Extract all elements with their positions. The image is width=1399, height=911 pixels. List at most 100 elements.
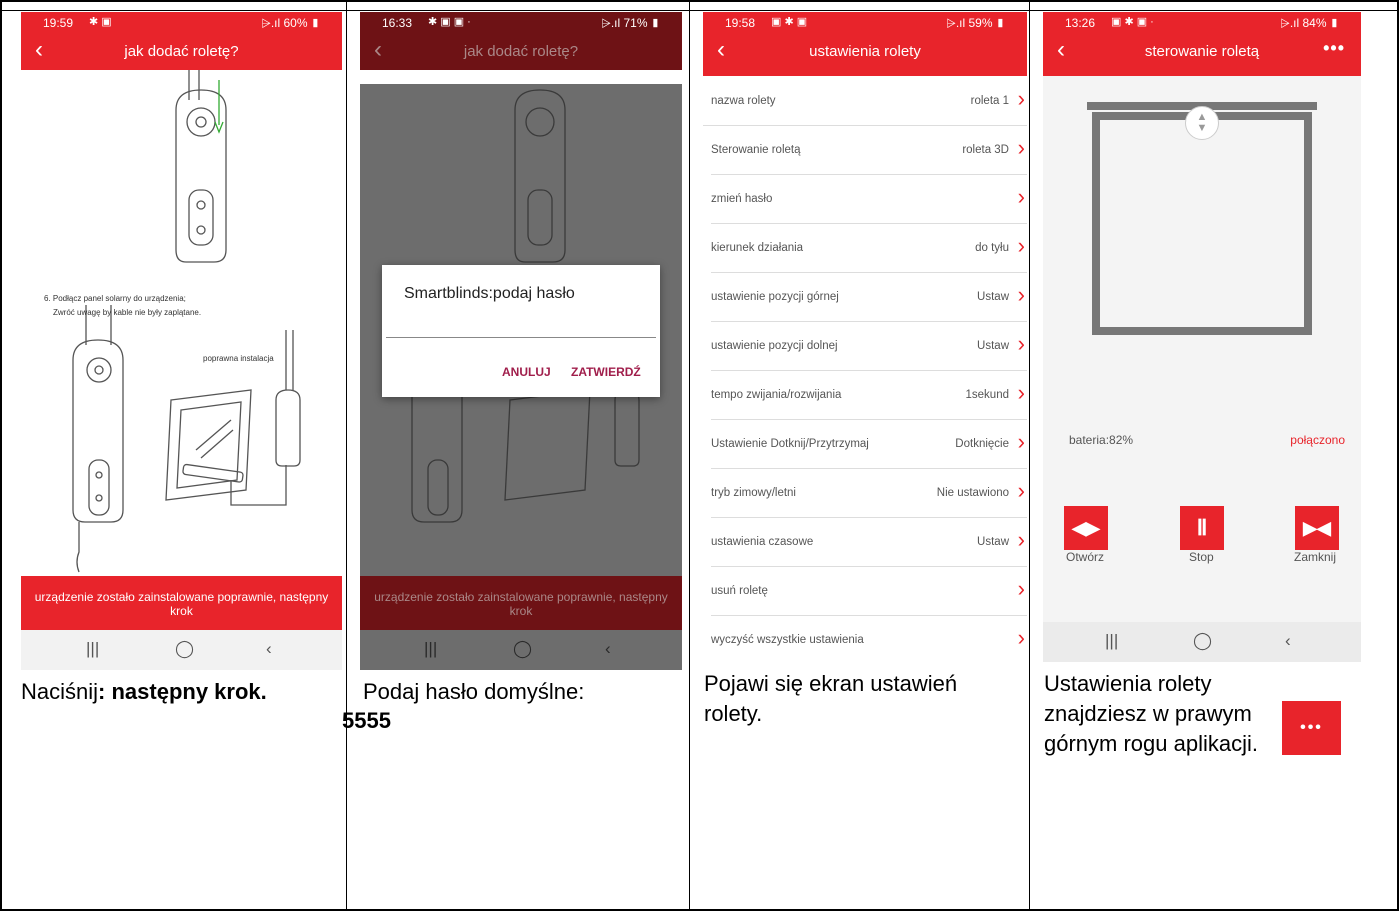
instruction-line: Zwróć uwagę by kable nie były zaplątane. — [53, 308, 202, 317]
step-caption: Pojawi się ekran ustawień rolety. — [704, 671, 958, 726]
settings-row-label: ustawienia czasowe — [711, 536, 814, 548]
app-bar: ‹ jak dodać roletę? — [21, 34, 342, 70]
settings-row-value: roleta 1 — [970, 95, 1009, 107]
status-bar: 13:26 ▣ ✱ ▣ · ⩥.ıl 84% ▮ — [1043, 12, 1361, 34]
connection-status: połączono — [1290, 433, 1345, 447]
battery-status: bateria:82% — [1069, 433, 1134, 447]
settings-row-label: ustawienie pozycji górnej — [711, 291, 839, 303]
settings-row-label: wyczyść wszystkie ustawienia — [711, 634, 864, 646]
next-step-label: urządzenie zostało zainstalowane poprawn… — [374, 590, 668, 618]
settings-row-value: Dotknięcie — [955, 438, 1009, 450]
screenshot-password-dialog: 16:33 ✱ ▣ ▣ · ⩥.ıl 71% ▮ ‹ jak dodać rol… — [360, 12, 682, 672]
step-caption: Podaj hasło domyślne: — [363, 679, 585, 704]
install-illustration — [72, 70, 301, 573]
settings-row[interactable]: Ustawienie Dotknij/Przytrzymaj Dotknięcie… — [711, 419, 1027, 469]
settings-row[interactable]: tryb zimowy/letni Nie ustawiono › — [711, 468, 1027, 518]
status-battery: ⩥.ıl 84% ▮ — [1280, 16, 1339, 30]
column-divider — [346, 0, 347, 911]
status-time: 16:33 — [382, 16, 413, 30]
settings-row-label: ustawienie pozycji dolnej — [711, 340, 838, 352]
app-bar: ‹ ustawienia rolety — [703, 34, 1027, 76]
settings-row-label: tempo zwijania/rozwijania — [711, 389, 842, 401]
chevron-right-icon: › — [1017, 282, 1025, 307]
settings-row[interactable]: ustawienie pozycji dolnej Ustaw › — [711, 321, 1027, 371]
next-step-button[interactable]: urządzenie zostało zainstalowane poprawn… — [21, 576, 342, 630]
chevron-right-icon: › — [1017, 625, 1025, 650]
stop-button[interactable]: Ⅱ — [1180, 506, 1224, 550]
default-password: 5555 — [342, 708, 391, 733]
recent-apps-icon[interactable]: ||| — [1105, 631, 1118, 651]
home-icon[interactable]: ◯ — [175, 639, 194, 659]
settings-row-label: zmień hasło — [711, 193, 773, 205]
settings-row-label: tryb zimowy/letni — [711, 487, 796, 499]
settings-row-value: Nie ustawiono — [936, 487, 1009, 499]
status-time: 13:26 — [1065, 16, 1096, 30]
chevron-right-icon: › — [1017, 527, 1025, 552]
settings-row-value: Ustaw — [977, 291, 1009, 303]
close-button[interactable]: ▶◀ — [1295, 506, 1339, 550]
back-nav-icon[interactable]: ‹ — [266, 639, 272, 659]
status-battery: ⩥.ıl 71% ▮ — [601, 16, 660, 30]
system-nav-bar: ||| ◯ ‹ — [1043, 622, 1361, 662]
status-icons: ✱ ▣ — [89, 16, 112, 28]
chevron-right-icon: › — [1017, 380, 1025, 405]
status-icons: ▣ ✱ ▣ · — [1111, 16, 1154, 28]
settings-row-value: Ustaw — [977, 536, 1009, 548]
settings-row[interactable]: ustawienie pozycji górnej Ustaw › — [711, 272, 1027, 322]
settings-row[interactable]: usuń roletę › — [711, 566, 1027, 616]
more-options-icon[interactable]: ••• — [1323, 38, 1345, 59]
open-button[interactable]: ◀▶ — [1064, 506, 1108, 550]
chevron-right-icon: › — [1017, 429, 1025, 454]
step-caption: Naciśnij: następny krok. — [21, 679, 267, 704]
app-bar: ‹ sterowanie roletą ••• — [1043, 34, 1361, 76]
stop-label: Stop — [1189, 550, 1214, 564]
status-time: 19:59 — [43, 16, 74, 30]
settings-row[interactable]: tempo zwijania/rozwijania 1sekund › — [711, 370, 1027, 420]
drag-handle-icon[interactable]: ▲ ▼ — [1185, 106, 1219, 140]
chevron-right-icon: › — [1017, 478, 1025, 503]
settings-row[interactable]: kierunek działania do tyłu › — [711, 223, 1027, 273]
cancel-button[interactable]: ANULUJ — [502, 365, 551, 379]
instruction-line: 6. Podłącz panel solarny do urządzenia; — [44, 294, 186, 303]
status-battery: ⩥.ıl 59% ▮ — [946, 16, 1005, 30]
column-divider — [689, 0, 690, 911]
status-icons: ▣ ✱ ▣ — [771, 16, 808, 28]
settings-row-value: 1sekund — [965, 389, 1009, 401]
next-step-label: urządzenie zostało zainstalowane poprawn… — [34, 590, 329, 618]
open-label: Otwórz — [1066, 550, 1105, 564]
status-bar: 19:58 ▣ ✱ ▣ ⩥.ıl 59% ▮ — [703, 12, 1027, 34]
home-icon[interactable]: ◯ — [513, 639, 532, 659]
chevron-right-icon: › — [1017, 233, 1025, 258]
app-bar: ‹ jak dodać roletę? — [360, 34, 682, 70]
settings-row[interactable]: wyczyść wszystkie ustawienia › — [711, 615, 1027, 652]
settings-row[interactable]: ustawienia czasowe Ustaw › — [711, 517, 1027, 567]
settings-row-label: usuń roletę — [711, 585, 768, 597]
settings-row[interactable]: nazwa rolety roleta 1 › — [703, 76, 1027, 126]
chevron-right-icon: › — [1017, 331, 1025, 356]
status-battery: ⩥.ıl 60% ▮ — [261, 16, 320, 30]
settings-row-label: kierunek działania — [711, 242, 804, 254]
recent-apps-icon[interactable]: ||| — [424, 639, 437, 659]
screenshot-blind-control: 13:26 ▣ ✱ ▣ · ⩥.ıl 84% ▮ ‹ sterowanie ro… — [1043, 12, 1361, 662]
system-nav-bar: ||| ◯ ‹ — [360, 630, 682, 670]
confirm-button[interactable]: ZATWIERDŹ — [571, 365, 641, 379]
settings-row[interactable]: zmień hasło › — [711, 174, 1027, 224]
settings-row-value: do tyłu — [975, 242, 1009, 254]
home-icon[interactable]: ◯ — [1193, 631, 1212, 651]
back-nav-icon[interactable]: ‹ — [605, 639, 611, 659]
back-nav-icon[interactable]: ‹ — [1285, 631, 1291, 651]
blind-frame — [1092, 112, 1312, 335]
install-label: poprawna instalacja — [203, 354, 274, 363]
chevron-right-icon: › — [1017, 135, 1025, 160]
recent-apps-icon[interactable]: ||| — [86, 639, 99, 659]
screenshot-install-step: 19:59 ✱ ▣ ⩥.ıl 60% ▮ ‹ jak dodać roletę? — [21, 12, 342, 672]
screenshot-settings: 19:58 ▣ ✱ ▣ ⩥.ıl 59% ▮ ‹ ustawienia role… — [703, 12, 1027, 652]
password-input[interactable] — [386, 335, 656, 338]
step-caption: Ustawienia rolety znajdziesz w prawym gó… — [1044, 671, 1258, 756]
settings-row[interactable]: Sterowanie roletą roleta 3D › — [711, 125, 1027, 175]
settings-row-label: Sterowanie roletą — [711, 144, 801, 156]
status-time: 19:58 — [725, 16, 756, 30]
status-bar: 16:33 ✱ ▣ ▣ · ⩥.ıl 71% ▮ — [360, 12, 682, 34]
page-title: jak dodać roletę? — [124, 43, 239, 60]
password-dialog: Smartblinds:podaj hasło ANULUJ ZATWIERDŹ — [382, 265, 660, 397]
